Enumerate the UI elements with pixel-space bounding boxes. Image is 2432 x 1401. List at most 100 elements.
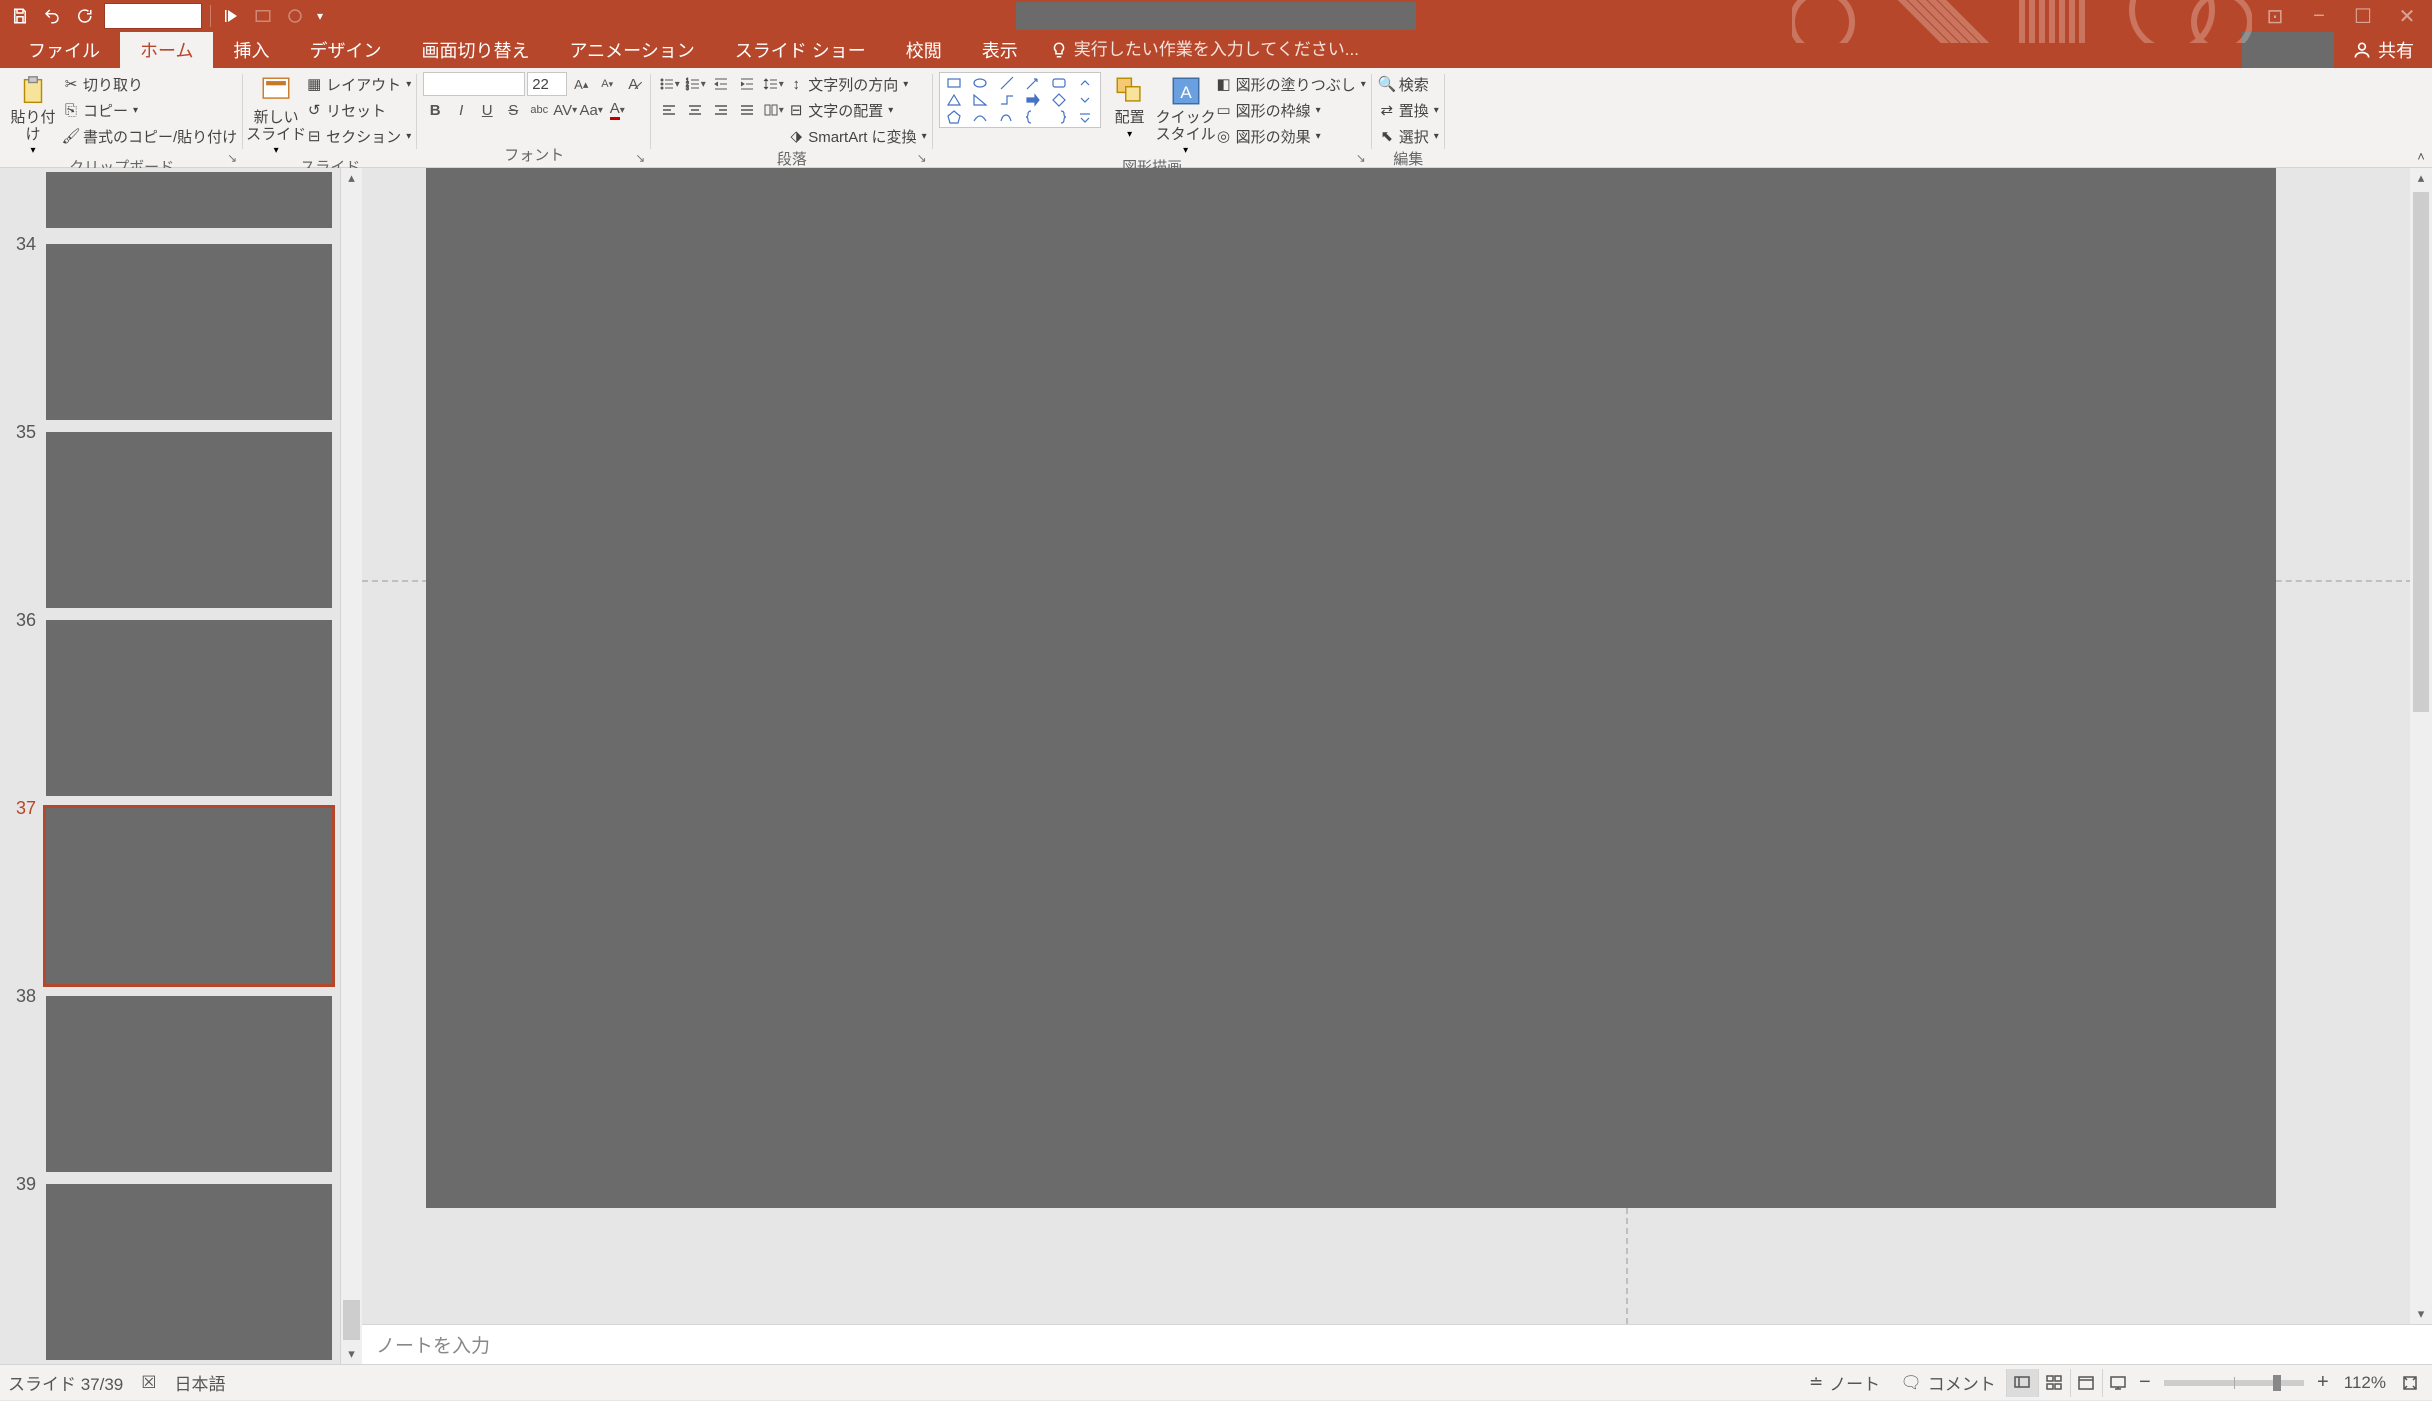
slide-counter[interactable]: スライド 37/39 (8, 1370, 123, 1395)
vertical-scrollbar[interactable]: ▴ ▾ (2410, 168, 2432, 1324)
scroll-up-icon[interactable]: ▴ (2410, 168, 2432, 188)
slide-thumbnail[interactable] (46, 244, 332, 420)
new-slide-button[interactable]: 新しい スライド ▾ (249, 72, 303, 156)
notes-toggle[interactable]: ≐ノート (1799, 1365, 1890, 1401)
shape-effects-button[interactable]: ◎図形の効果▾ (1215, 124, 1366, 148)
decrease-indent-button[interactable] (709, 72, 733, 96)
underline-button[interactable]: U (475, 98, 499, 122)
fit-to-window-button[interactable] (2396, 1369, 2424, 1397)
share-button[interactable]: 共有 (2334, 32, 2432, 68)
cut-button[interactable]: ✂切り取り (62, 72, 237, 96)
text-direction-button[interactable]: ↕文字列の方向▾ (787, 72, 926, 96)
slide-thumbnail[interactable] (46, 172, 332, 228)
numbering-button[interactable]: 123▾ (683, 72, 707, 96)
align-left-button[interactable] (657, 98, 681, 122)
italic-button[interactable]: I (449, 98, 473, 122)
user-account-box[interactable] (2242, 32, 2334, 68)
copy-button[interactable]: ⎘コピー▾ (62, 98, 237, 122)
justify-button[interactable] (735, 98, 759, 122)
tab-file[interactable]: ファイル (8, 32, 120, 68)
save-icon[interactable] (4, 0, 36, 32)
reset-button[interactable]: ↺リセット (305, 98, 411, 122)
format-painter-button[interactable]: 🖌書式のコピー/貼り付け (62, 124, 237, 148)
maximize-icon[interactable]: ☐ (2342, 2, 2384, 30)
bullets-button[interactable]: ▾ (657, 72, 681, 96)
slide-thumbnail[interactable] (46, 620, 332, 796)
slide-canvas[interactable] (426, 168, 2276, 1208)
slide-thumbnail[interactable] (46, 432, 332, 608)
spellcheck-button[interactable]: ☒ (141, 1373, 156, 1393)
align-text-button[interactable]: ⊟文字の配置▾ (787, 98, 926, 122)
gallery-up-icon[interactable] (1072, 75, 1097, 91)
shape-outline-button[interactable]: ▭図形の枠線▾ (1215, 98, 1366, 122)
columns-button[interactable]: ▾ (761, 98, 785, 122)
normal-view-button[interactable] (2006, 1369, 2038, 1397)
ribbon-options-icon[interactable]: ⊡ (2254, 2, 2296, 30)
tab-insert[interactable]: 挿入 (213, 32, 289, 68)
tab-view[interactable]: 表示 (962, 32, 1038, 68)
tab-slideshow[interactable]: スライド ショー (715, 32, 886, 68)
collapse-ribbon-icon[interactable]: ˄ (2412, 147, 2430, 165)
increase-font-icon[interactable]: A▴ (569, 72, 593, 96)
notes-pane[interactable]: ノートを入力 (362, 1324, 2432, 1364)
arrange-button[interactable]: 配置 ▾ (1103, 72, 1157, 140)
change-case-button[interactable]: Aa▾ (579, 98, 603, 122)
slide-thumbnail[interactable] (46, 996, 332, 1172)
font-color-button[interactable]: A▾ (605, 98, 629, 122)
align-center-button[interactable] (683, 98, 707, 122)
decrease-font-icon[interactable]: A▾ (595, 72, 619, 96)
reading-view-button[interactable] (2070, 1369, 2102, 1397)
scroll-down-icon[interactable]: ▾ (2410, 1304, 2432, 1324)
select-button[interactable]: ⬉選択▾ (1378, 124, 1439, 148)
increase-indent-button[interactable] (735, 72, 759, 96)
gallery-down-icon[interactable] (1072, 92, 1097, 108)
scroll-down-icon[interactable]: ▾ (341, 1344, 362, 1364)
section-button[interactable]: ⊟セクション▾ (305, 124, 411, 148)
slide-thumbnail[interactable] (46, 808, 332, 984)
dialog-launcher-icon[interactable]: ↘ (227, 151, 241, 165)
gallery-more-icon[interactable] (1072, 109, 1097, 125)
quickaccess-dropdown[interactable] (104, 3, 202, 29)
quick-styles-button[interactable]: A クイック スタイル ▾ (1159, 72, 1213, 156)
clear-formatting-icon[interactable]: A̷ (621, 72, 645, 96)
tab-animations[interactable]: アニメーション (549, 32, 714, 68)
sorter-view-button[interactable] (2038, 1369, 2070, 1397)
shapes-gallery[interactable] (939, 72, 1101, 128)
minimize-icon[interactable]: − (2298, 2, 2340, 30)
tab-home[interactable]: ホーム (120, 32, 213, 68)
zoom-level[interactable]: 112% (2334, 1365, 2396, 1401)
slideshow-view-button[interactable] (2102, 1369, 2134, 1397)
thumbnail-scrollbar[interactable]: ▴ ▾ (340, 168, 362, 1364)
layout-button[interactable]: ▦レイアウト▾ (305, 72, 411, 96)
comments-toggle[interactable]: 🗨コメント (1890, 1365, 2006, 1401)
shape-fill-button[interactable]: ◧図形の塗りつぶし▾ (1215, 72, 1366, 96)
tell-me-input[interactable] (1074, 40, 1394, 60)
scroll-up-icon[interactable]: ▴ (341, 168, 362, 188)
line-spacing-button[interactable]: ▾ (761, 72, 785, 96)
paste-button[interactable]: 貼り付け ▾ (6, 72, 60, 156)
language-button[interactable]: 日本語 (175, 1370, 226, 1395)
align-right-button[interactable] (709, 98, 733, 122)
dialog-launcher-icon[interactable]: ↘ (917, 151, 931, 165)
zoom-out-button[interactable]: − (2134, 1371, 2156, 1394)
tab-design[interactable]: デザイン (289, 32, 401, 68)
dialog-launcher-icon[interactable]: ↘ (1356, 151, 1370, 165)
undo-icon[interactable] (36, 0, 68, 32)
redo-icon[interactable] (68, 0, 100, 32)
font-size-input[interactable]: 22 (527, 72, 567, 96)
scrollbar-thumb[interactable] (2413, 192, 2429, 712)
text-shadow-button[interactable]: abc (527, 98, 551, 122)
tab-review[interactable]: 校閲 (886, 32, 962, 68)
tell-me-box[interactable] (1050, 32, 1394, 68)
close-icon[interactable]: ✕ (2386, 2, 2428, 30)
character-spacing-button[interactable]: AV▾ (553, 98, 577, 122)
find-button[interactable]: 🔍検索 (1378, 72, 1439, 96)
dialog-launcher-icon[interactable]: ↘ (635, 151, 649, 165)
zoom-knob[interactable] (2273, 1375, 2281, 1391)
customize-qat-dropdown[interactable]: ▾ (311, 0, 329, 32)
replace-button[interactable]: ⇄置換▾ (1378, 98, 1439, 122)
zoom-in-button[interactable]: + (2312, 1371, 2334, 1394)
font-name-input[interactable] (423, 72, 525, 96)
zoom-slider[interactable] (2164, 1380, 2304, 1386)
scrollbar-thumb[interactable] (343, 1300, 360, 1340)
